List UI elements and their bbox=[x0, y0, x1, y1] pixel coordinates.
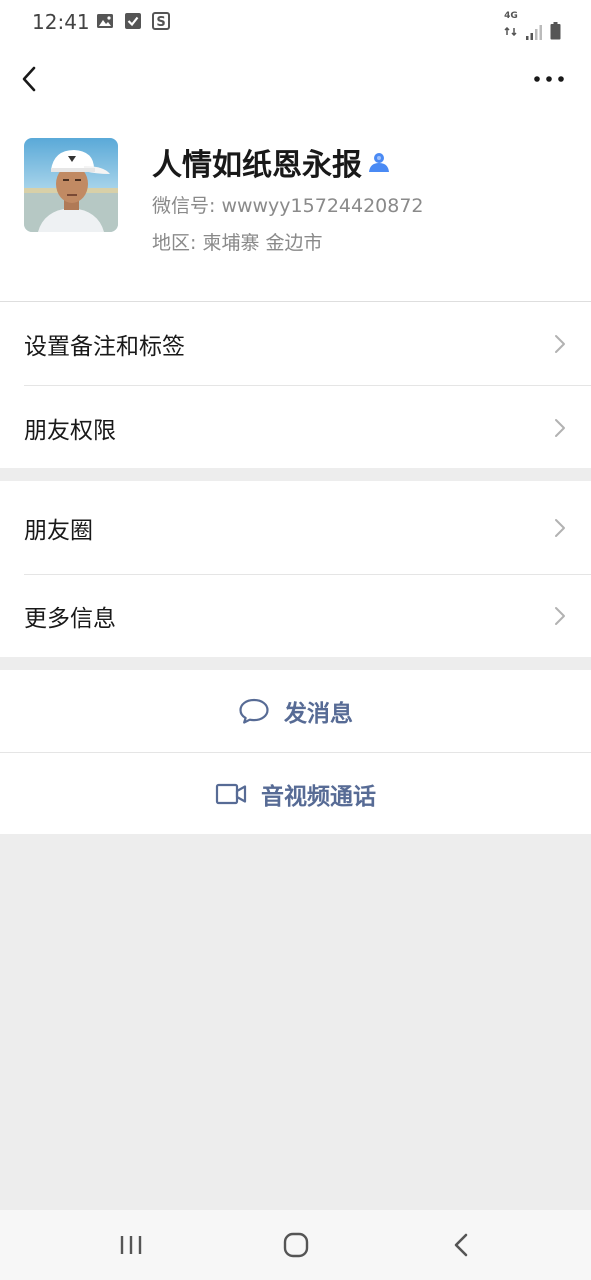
menu-item-label: 朋友权限 bbox=[24, 417, 116, 444]
send-message-button[interactable]: 发消息 bbox=[0, 670, 591, 752]
info-section: 朋友圈 更多信息 bbox=[0, 481, 591, 657]
menu-item-more-info[interactable]: 更多信息 bbox=[0, 575, 591, 657]
video-call-button[interactable]: 音视频通话 bbox=[0, 753, 591, 834]
signal-icon bbox=[526, 25, 542, 40]
menu-item-label: 设置备注和标签 bbox=[24, 333, 185, 360]
send-message-label: 发消息 bbox=[284, 701, 353, 727]
menu-item-label: 更多信息 bbox=[24, 606, 116, 632]
more-dots-icon[interactable] bbox=[533, 68, 565, 90]
chevron-right-icon bbox=[555, 518, 565, 537]
contact-person-icon bbox=[369, 153, 389, 172]
video-call-label: 音视频通话 bbox=[261, 783, 376, 810]
network-label: 4G bbox=[504, 11, 518, 21]
status-bar: 12:41 S 4G bbox=[0, 0, 591, 44]
home-icon[interactable] bbox=[281, 1232, 311, 1258]
chevron-right-icon bbox=[555, 607, 565, 625]
profile-panel: 人情如纸恩永报 微信号: wwwyy15724420872 地区: 柬埔寨 金边… bbox=[0, 44, 591, 302]
actions-section: 发消息 音视频通话 bbox=[0, 670, 591, 834]
menu-item-remarks-tags[interactable]: 设置备注和标签 bbox=[0, 302, 591, 385]
checkbox-icon bbox=[125, 13, 141, 29]
settings-section: 设置备注和标签 朋友权限 bbox=[0, 301, 591, 468]
system-nav-bar bbox=[0, 1210, 591, 1280]
chevron-left-icon[interactable] bbox=[16, 64, 46, 94]
status-time: 12:41 bbox=[32, 10, 90, 34]
status-notification-icons: S bbox=[96, 12, 170, 30]
network-arrows-icon: 4G bbox=[504, 12, 518, 40]
menu-item-label: 朋友圈 bbox=[24, 517, 93, 544]
menu-item-friend-permissions[interactable]: 朋友权限 bbox=[0, 386, 591, 469]
recent-apps-icon[interactable] bbox=[116, 1232, 146, 1258]
status-system-icons: 4G bbox=[504, 12, 561, 40]
s-app-icon: S bbox=[152, 12, 170, 30]
menu-item-moments[interactable]: 朋友圈 bbox=[0, 481, 591, 574]
chat-bubble-icon bbox=[239, 698, 269, 724]
profile-name-text: 人情如纸恩永报 bbox=[152, 148, 362, 183]
wechat-id: 微信号: wwwyy15724420872 bbox=[152, 195, 424, 217]
battery-icon bbox=[550, 22, 561, 40]
region: 地区: 柬埔寨 金边市 bbox=[152, 232, 323, 254]
chevron-right-icon bbox=[555, 418, 565, 437]
system-back-icon[interactable] bbox=[448, 1232, 478, 1258]
video-camera-icon bbox=[215, 783, 247, 804]
chevron-right-icon bbox=[555, 334, 565, 353]
avatar[interactable] bbox=[24, 138, 118, 232]
svg-text:S: S bbox=[156, 15, 165, 30]
image-icon bbox=[97, 14, 113, 28]
profile-name: 人情如纸恩永报 bbox=[152, 140, 392, 184]
